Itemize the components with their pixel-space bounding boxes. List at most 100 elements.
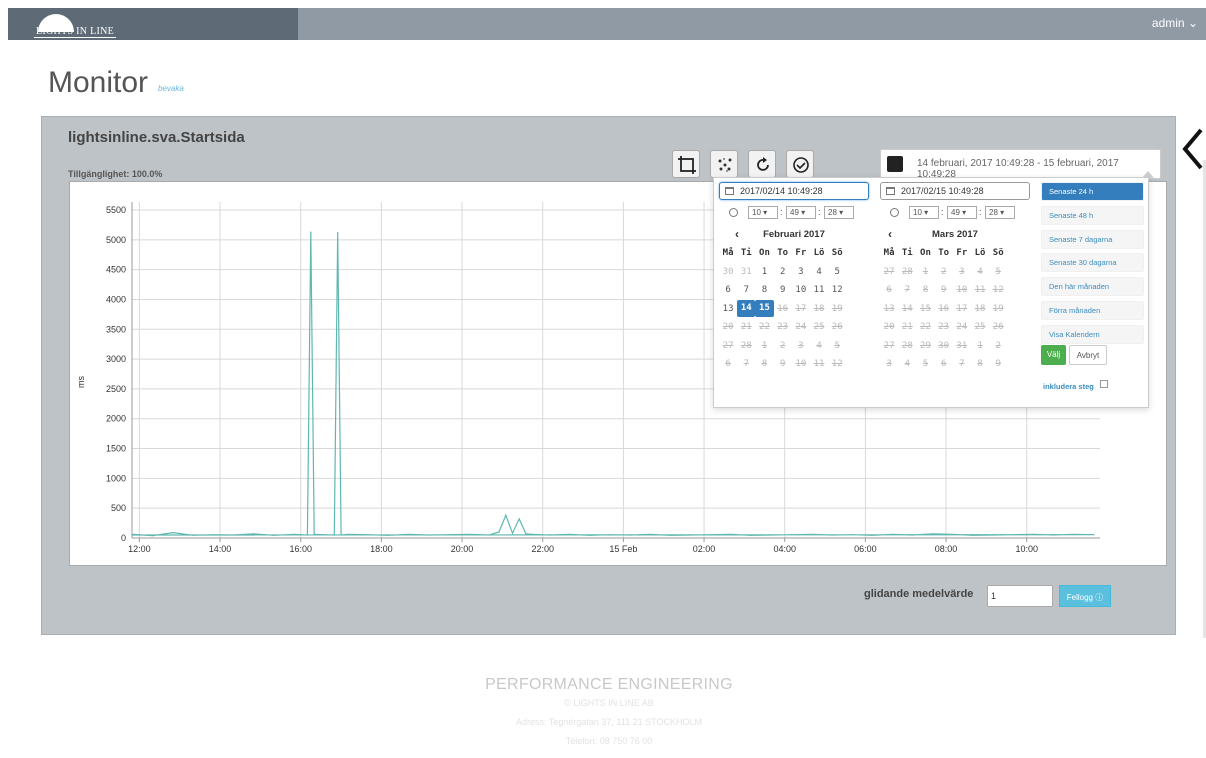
x-tick-label: 18:00 xyxy=(370,544,393,554)
data-point xyxy=(851,534,853,536)
calendar-day[interactable]: 11 xyxy=(810,285,828,295)
refresh-icon xyxy=(757,157,769,171)
chevron-left-icon[interactable] xyxy=(1181,127,1205,171)
data-point xyxy=(172,532,174,534)
calendar-day: 23 xyxy=(777,322,789,333)
range-option[interactable]: Den här månaden xyxy=(1041,277,1144,297)
start-hour-select[interactable]: 10 ▾ xyxy=(748,206,778,219)
range-option[interactable]: Senaste 7 dagarna xyxy=(1041,229,1144,249)
end-second-value: 28 xyxy=(989,208,998,217)
end-date-input[interactable]: 2017/02/15 10:49:28 xyxy=(880,182,1030,200)
range-option[interactable]: Senaste 48 h xyxy=(1041,205,1144,225)
calendar-week-row: 20 21 22 23 24 25 26 xyxy=(719,318,869,337)
end-second-select[interactable]: 28 ▾ xyxy=(985,206,1015,219)
calendar-day[interactable]: 30 xyxy=(719,267,737,277)
fellogg-button[interactable]: Fellogg ⓘ xyxy=(1059,585,1111,607)
weekday-label: On xyxy=(920,248,931,259)
range-option[interactable]: Senaste 24 h xyxy=(1041,182,1144,201)
x-tick-label: 20:00 xyxy=(451,544,474,554)
calendar-day: 22 xyxy=(920,322,931,333)
panel-title: lightsinline.sva.Startsida xyxy=(68,129,245,146)
range-option[interactable]: Visa Kalendern xyxy=(1041,324,1144,344)
crop-icon xyxy=(678,156,696,174)
calendar-day: 22 xyxy=(759,322,770,333)
logo-text: LIGHTS IN LINE xyxy=(34,26,117,38)
end-minute-select[interactable]: 49 ▾ xyxy=(947,206,977,219)
weekday-label: Sö xyxy=(831,248,843,259)
calendar-day: 26 xyxy=(992,322,1004,333)
calendar-day[interactable]: 31 xyxy=(737,267,755,277)
calendar-day[interactable]: 10 xyxy=(792,285,810,295)
y-tick-label: 0 xyxy=(121,533,126,543)
weekday-label: Sö xyxy=(992,248,1004,259)
cancel-button[interactable]: Avbryt xyxy=(1069,345,1107,365)
calendar-week-row: 6 7 8 9 10 11 12 xyxy=(719,281,869,300)
calendar-day[interactable]: 1 xyxy=(755,267,773,277)
start-second-value: 28 xyxy=(828,208,837,217)
y-tick-label: 1500 xyxy=(106,444,126,454)
calendar-day: 8 xyxy=(761,359,768,370)
calendar-left-grid: Må Ti On To Fr Lö Sö 30 31 1 2 3 4 5 6 7 8 9 10 11 12 13 14 15 1… xyxy=(719,244,869,374)
calendar-day[interactable]: 5 xyxy=(828,267,846,277)
calendar-day: 7 xyxy=(904,285,910,296)
smoothing-input[interactable] xyxy=(987,585,1053,607)
user-menu[interactable]: admin ⌄ xyxy=(1152,16,1198,30)
end-time-row: 10 ▾ : 49 ▾ : 28 ▾ xyxy=(880,206,1030,222)
data-point xyxy=(427,534,430,536)
calendar-day[interactable]: 7 xyxy=(737,285,755,295)
weekday-label: On xyxy=(759,248,770,259)
calendar-day: 29 xyxy=(920,340,931,351)
calendar-day: 8 xyxy=(977,359,983,370)
start-date-input[interactable]: 2017/02/14 10:49:28 xyxy=(719,182,869,200)
start-hour-value: 10 xyxy=(752,208,761,217)
calendar-day[interactable]: 4 xyxy=(810,267,828,277)
refresh-button[interactable] xyxy=(748,150,776,178)
apply-button[interactable]: Välj xyxy=(1041,345,1066,365)
calendar-week-row: 13 14 15 16 17 18 19 xyxy=(719,300,869,319)
calendar-day[interactable]: 15 xyxy=(755,300,774,318)
calendar-day[interactable]: 9 xyxy=(774,285,792,295)
range-option[interactable]: Senaste 30 dagarna xyxy=(1041,253,1144,273)
crop-button[interactable] xyxy=(672,150,700,178)
calendar-day: 20 xyxy=(883,322,895,333)
calendar-right-header: ‹ Mars 2017 xyxy=(880,226,1030,244)
scatter-button[interactable] xyxy=(710,150,738,178)
footer-phone: Telefon: 08 750 76 00 xyxy=(565,736,653,746)
footer-title: PERFORMANCE ENGINEERING xyxy=(485,676,733,693)
data-point xyxy=(253,533,255,535)
data-point xyxy=(488,534,490,536)
calendar-day[interactable]: 13 xyxy=(719,304,737,314)
weekday-label: Ti xyxy=(901,248,913,259)
data-point xyxy=(192,534,194,536)
calendar-day[interactable]: 8 xyxy=(755,285,773,295)
fellogg-label: Fellogg xyxy=(1066,593,1093,602)
calendar-day: 2 xyxy=(779,340,786,351)
include-steps-checkbox[interactable] xyxy=(1100,380,1108,388)
calendar-day: 25 xyxy=(974,322,986,333)
x-tick-label: 15 Feb xyxy=(609,544,637,554)
calendar-day[interactable]: 3 xyxy=(792,267,810,277)
calendar-day[interactable]: 12 xyxy=(828,285,846,295)
range-option[interactable]: Förra månaden xyxy=(1041,300,1144,320)
end-hour-select[interactable]: 10 ▾ xyxy=(909,206,939,219)
calendar-day: 6 xyxy=(886,285,892,296)
include-steps-label: inkludera steg xyxy=(1043,382,1094,391)
data-point xyxy=(337,232,339,234)
data-point xyxy=(1073,533,1075,536)
calendar-week-row: 3 4 56 7 8 9 xyxy=(880,355,1030,374)
data-point xyxy=(340,534,342,536)
start-second-select[interactable]: 28 ▾ xyxy=(824,206,854,219)
calendar-day[interactable]: 2 xyxy=(774,267,792,277)
calendar-week-row: 27 28 1 2 3 4 5 xyxy=(880,263,1030,282)
data-point xyxy=(407,533,409,536)
page: LIGHTS IN LINE admin ⌄ Monitor bevaka li… xyxy=(0,0,1206,758)
reset-zoom-button[interactable] xyxy=(786,150,814,178)
calendar-day[interactable]: 14 xyxy=(737,300,756,318)
start-minute-select[interactable]: 49 ▾ xyxy=(786,206,816,219)
y-tick-label: 3500 xyxy=(106,324,126,334)
logo[interactable]: LIGHTS IN LINE xyxy=(8,8,298,40)
data-point xyxy=(347,533,349,536)
date-range-input[interactable]: 14 februari, 2017 10:49:28 - 15 februari… xyxy=(880,149,1161,180)
right-month-label: Mars 2017 xyxy=(932,229,978,240)
calendar-day[interactable]: 6 xyxy=(719,285,737,295)
